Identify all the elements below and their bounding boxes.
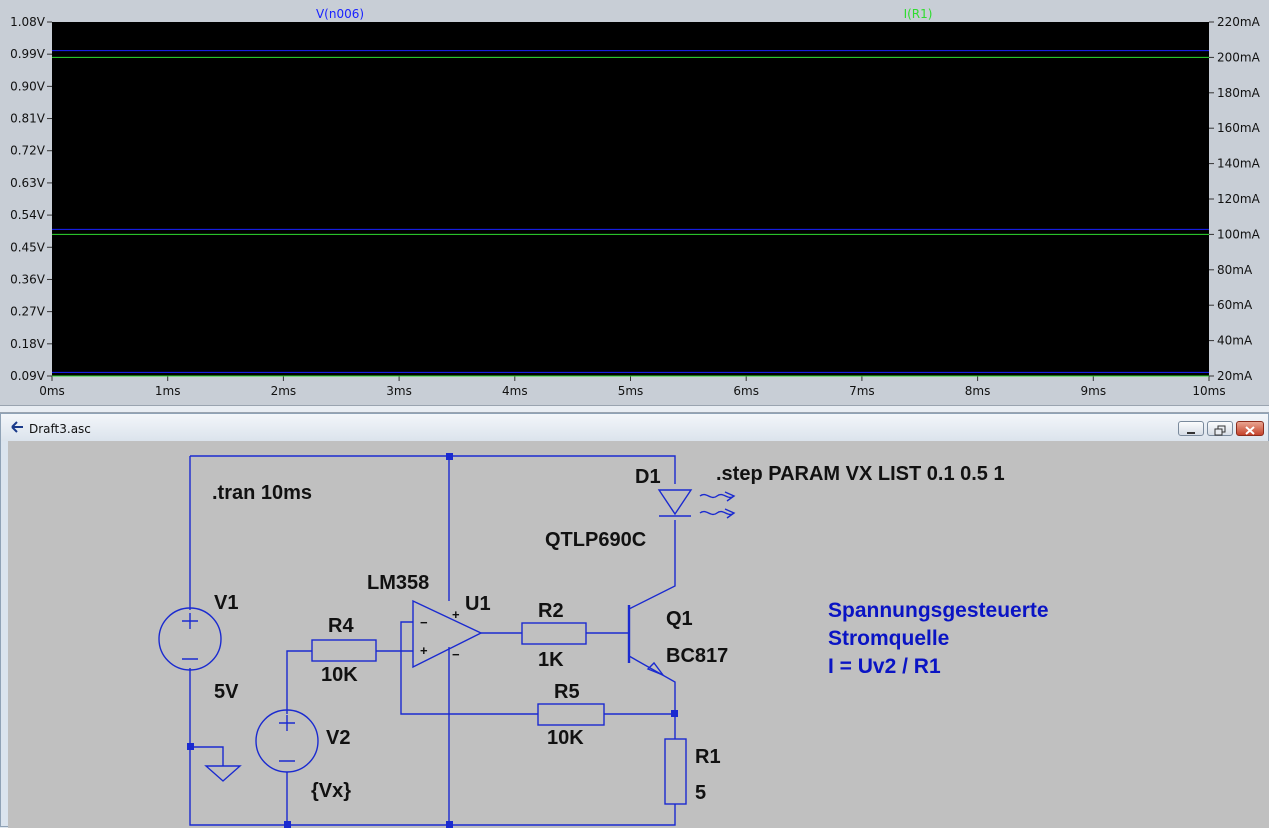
opamp-plus-pin: + (420, 643, 428, 658)
pane-splitter[interactable] (0, 405, 1269, 413)
right-tick-label: 40mA (1217, 334, 1253, 348)
time-tick-label: 4ms (502, 384, 528, 398)
r4-ref-label[interactable]: R4 (328, 615, 354, 637)
window-titlebar[interactable]: Draft3.asc (1, 414, 1268, 441)
d1-ref-label[interactable]: D1 (635, 466, 661, 488)
right-axis: 220mA 200mA 180mA 160mA 140mA 120mA 100mA 80mA 6… (1209, 15, 1261, 383)
v2-symbol[interactable] (255, 709, 319, 773)
schematic-canvas[interactable]: − + + − .tran 10ms .step PARAM VX LIST 0… (8, 441, 1269, 828)
r2-value-label[interactable]: 1K (538, 649, 564, 671)
left-tick-label: 1.08V (10, 15, 46, 29)
step-directive[interactable]: .step PARAM VX LIST 0.1 0.5 1 (716, 463, 1005, 485)
trace-label-voltage[interactable]: V(n006) (316, 7, 364, 21)
time-tick-label: 8ms (965, 384, 991, 398)
left-tick-label: 0.72V (10, 144, 46, 158)
right-tick-label: 200mA (1217, 50, 1261, 64)
d1-value-label[interactable]: QTLP690C (545, 529, 646, 551)
left-tick-label: 0.54V (10, 208, 46, 222)
right-tick-label: 140mA (1217, 157, 1261, 171)
right-tick-label: 100mA (1217, 227, 1261, 241)
r1-ref-label[interactable]: R1 (695, 746, 721, 768)
left-tick-label: 0.18V (10, 337, 46, 351)
waveform-viewer[interactable]: 1.08V 0.99V 0.90V 0.81V 0.72V 0.63V 0.54V 0.45V… (0, 0, 1269, 405)
window-title: Draft3.asc (29, 422, 91, 436)
wires[interactable] (189, 455, 676, 826)
right-tick-label: 180mA (1217, 86, 1261, 100)
right-tick-label: 60mA (1217, 298, 1253, 312)
comment-line-2[interactable]: Stromquelle (828, 627, 949, 650)
time-tick-label: 3ms (386, 384, 412, 398)
left-tick-label: 0.36V (10, 272, 46, 286)
time-tick-label: 0ms (39, 384, 65, 398)
plot-area[interactable] (52, 22, 1209, 376)
opamp-vee-pin: − (452, 647, 460, 662)
comment-line-1[interactable]: Spannungsgesteuerte (828, 599, 1049, 622)
time-tick-label: 6ms (733, 384, 759, 398)
r1-symbol[interactable] (664, 738, 687, 805)
left-tick-label: 0.09V (10, 369, 46, 383)
time-tick-label: 7ms (849, 384, 875, 398)
ground-symbol[interactable] (204, 765, 242, 782)
r5-ref-label[interactable]: R5 (554, 681, 580, 703)
maximize-button[interactable] (1207, 421, 1233, 436)
r5-symbol[interactable] (537, 703, 605, 726)
opamp-minus-pin: − (420, 615, 428, 630)
left-tick-label: 0.45V (10, 240, 46, 254)
r4-symbol[interactable] (311, 639, 377, 662)
waveform-plot[interactable]: 1.08V 0.99V 0.90V 0.81V 0.72V 0.63V 0.54V 0.45V… (0, 0, 1269, 405)
r2-ref-label[interactable]: R2 (538, 600, 564, 622)
comment-line-3[interactable]: I = Uv2 / R1 (828, 655, 941, 678)
time-tick-label: 9ms (1081, 384, 1107, 398)
right-tick-label: 20mA (1217, 369, 1253, 383)
time-tick-label: 1ms (155, 384, 181, 398)
restore-icon (1214, 425, 1226, 436)
left-tick-label: 0.99V (10, 47, 46, 61)
r1-value-label[interactable]: 5 (695, 782, 706, 804)
time-tick-label: 2ms (271, 384, 297, 398)
trace-label-current[interactable]: I(R1) (904, 7, 933, 21)
q1-ref-label[interactable]: Q1 (666, 608, 693, 630)
r5-value-label[interactable]: 10K (547, 727, 584, 749)
opamp-vcc-pin: + (452, 607, 460, 622)
right-tick-label: 120mA (1217, 192, 1261, 206)
left-axis: 1.08V 0.99V 0.90V 0.81V 0.72V 0.63V 0.54V 0.45V… (10, 15, 52, 383)
light-ray-icon (699, 493, 735, 499)
junction-dots (187, 453, 678, 828)
right-tick-label: 80mA (1217, 263, 1253, 277)
u1-ref-label[interactable]: U1 (465, 593, 491, 615)
q1-value-label[interactable]: BC817 (666, 645, 728, 667)
minimize-button[interactable] (1178, 421, 1204, 436)
v1-ref-label[interactable]: V1 (214, 592, 238, 614)
q1-transistor-symbol[interactable] (627, 605, 666, 677)
ltspice-app-icon[interactable] (10, 420, 24, 434)
right-tick-label: 160mA (1217, 121, 1261, 135)
time-tick-label: 5ms (618, 384, 644, 398)
close-button[interactable] (1236, 421, 1264, 436)
schematic-drawing[interactable]: − + + − .tran 10ms .step PARAM VX LIST 0… (8, 441, 1269, 828)
right-tick-label: 220mA (1217, 15, 1261, 29)
close-icon (1245, 426, 1255, 435)
d1-led-symbol[interactable] (657, 489, 736, 519)
left-tick-label: 0.90V (10, 79, 46, 93)
v1-symbol[interactable] (158, 607, 222, 671)
time-axis: 0ms 1ms 2ms 3ms 4ms 5ms 6ms 7ms 8ms 9ms 10ms (39, 376, 1226, 398)
r2-symbol[interactable] (521, 622, 587, 645)
u1-value-label[interactable]: LM358 (367, 572, 429, 594)
left-tick-label: 0.27V (10, 305, 46, 319)
r4-value-label[interactable]: 10K (321, 664, 358, 686)
v2-value-label[interactable]: {Vx} (311, 780, 351, 802)
left-tick-label: 0.81V (10, 112, 46, 126)
left-tick-label: 0.63V (10, 176, 46, 190)
minimize-icon (1187, 432, 1195, 434)
schematic-window: Draft3.asc − + + − .tran 10ms .step PARA… (0, 413, 1269, 828)
v1-value-label[interactable]: 5V (214, 681, 239, 703)
time-tick-label: 10ms (1192, 384, 1225, 398)
v2-ref-label[interactable]: V2 (326, 727, 350, 749)
tran-directive[interactable]: .tran 10ms (212, 482, 312, 504)
